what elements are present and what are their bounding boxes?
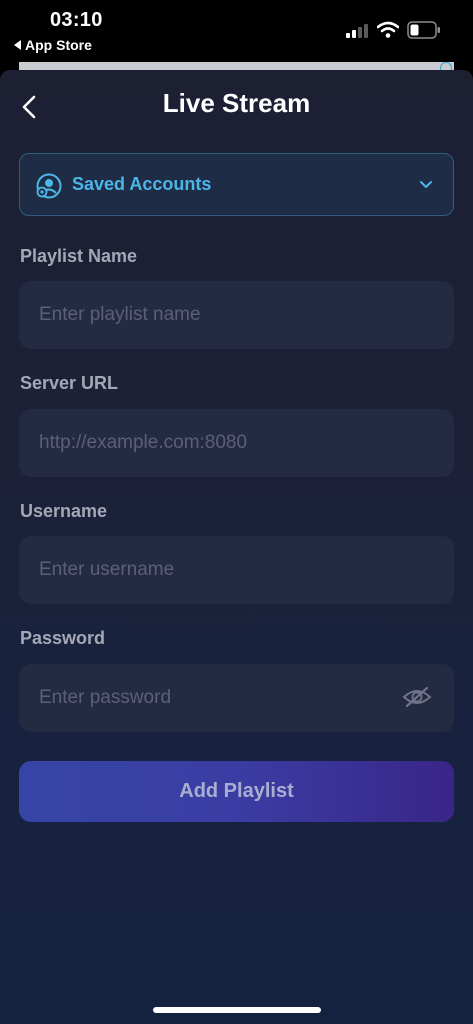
ad-banner-strip[interactable]	[19, 62, 454, 70]
ad-info-icon[interactable]	[440, 62, 452, 70]
eye-slash-icon[interactable]	[402, 685, 432, 709]
back-app-label: App Store	[25, 37, 92, 53]
back-triangle-icon	[14, 40, 21, 50]
accounts-icon	[36, 173, 62, 199]
server-url-input[interactable]	[19, 409, 454, 477]
home-indicator[interactable]	[153, 1007, 321, 1013]
username-label: Username	[20, 501, 108, 521]
add-playlist-button[interactable]: Add Playlist	[19, 761, 454, 822]
saved-accounts-label: Saved Accounts	[72, 174, 212, 194]
server-url-label: Server URL	[20, 373, 119, 393]
app-screen: Live Stream Saved Accounts Playlist Name…	[0, 70, 473, 1024]
page-title: Live Stream	[162, 88, 311, 118]
password-label: Password	[20, 628, 106, 648]
playlist-name-label: Playlist Name	[20, 246, 138, 266]
signal-icon	[346, 24, 368, 38]
status-bar: 03:10 App Store	[0, 0, 473, 70]
saved-accounts-dropdown[interactable]: Saved Accounts	[19, 153, 454, 216]
playlist-name-input[interactable]	[19, 281, 454, 349]
battery-icon	[407, 21, 440, 39]
chevron-down-icon	[420, 181, 432, 188]
username-input[interactable]	[19, 536, 454, 604]
back-to-app-store-link[interactable]: App Store	[14, 37, 92, 53]
password-input[interactable]	[19, 664, 454, 732]
wifi-icon	[377, 21, 399, 38]
status-time: 03:10	[50, 9, 103, 31]
